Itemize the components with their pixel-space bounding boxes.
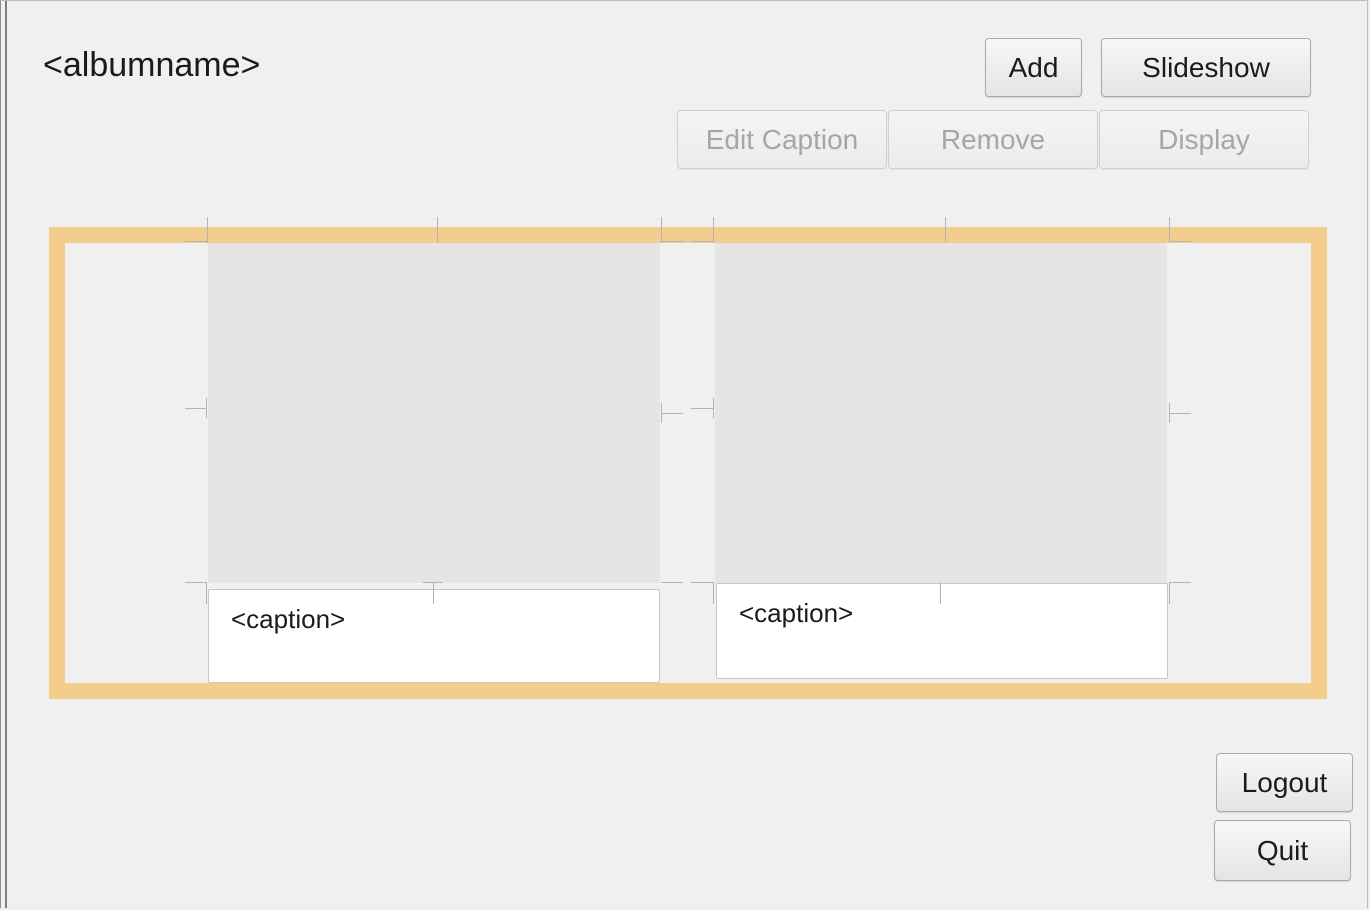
layout-guide	[661, 403, 662, 423]
layout-guide	[713, 217, 714, 243]
edit-caption-button[interactable]: Edit Caption	[677, 110, 887, 169]
layout-guide	[1169, 413, 1191, 414]
caption-text: <caption>	[231, 604, 346, 634]
layout-guide	[185, 582, 207, 583]
photo-image[interactable]	[715, 243, 1167, 583]
logout-button[interactable]: Logout	[1216, 753, 1353, 812]
layout-guide	[1169, 403, 1170, 423]
layout-guide	[691, 582, 713, 583]
slideshow-button[interactable]: Slideshow	[1101, 38, 1311, 97]
layout-guide	[661, 241, 685, 242]
layout-guide	[206, 398, 207, 418]
quit-button[interactable]: Quit	[1214, 820, 1351, 881]
layout-guide	[207, 217, 208, 243]
caption-field[interactable]: <caption>	[208, 589, 660, 683]
display-button[interactable]: Display	[1099, 110, 1309, 169]
add-button[interactable]: Add	[985, 38, 1082, 97]
layout-guide	[185, 241, 207, 242]
layout-guide	[691, 241, 713, 242]
album-window: <albumname> Add Slideshow Edit Caption R…	[0, 0, 1368, 908]
layout-guide	[691, 408, 713, 409]
layout-guide	[661, 217, 662, 243]
layout-guide	[661, 413, 683, 414]
layout-guide	[185, 408, 207, 409]
layout-guide	[1169, 217, 1170, 243]
layout-guide	[713, 398, 714, 418]
photo-image[interactable]	[208, 243, 660, 583]
layout-guide	[945, 217, 946, 243]
caption-field[interactable]: <caption>	[716, 583, 1168, 679]
layout-guide	[1169, 582, 1191, 583]
layout-guide	[433, 582, 434, 604]
layout-guide	[1169, 241, 1191, 242]
layout-guide	[1169, 582, 1170, 604]
layout-guide	[713, 582, 714, 604]
caption-text: <caption>	[739, 598, 854, 628]
layout-guide	[206, 582, 207, 604]
layout-guide	[661, 582, 683, 583]
layout-guide	[437, 217, 438, 243]
remove-button[interactable]: Remove	[888, 110, 1098, 169]
layout-guide	[940, 582, 941, 604]
album-title: <albumname>	[43, 46, 261, 84]
